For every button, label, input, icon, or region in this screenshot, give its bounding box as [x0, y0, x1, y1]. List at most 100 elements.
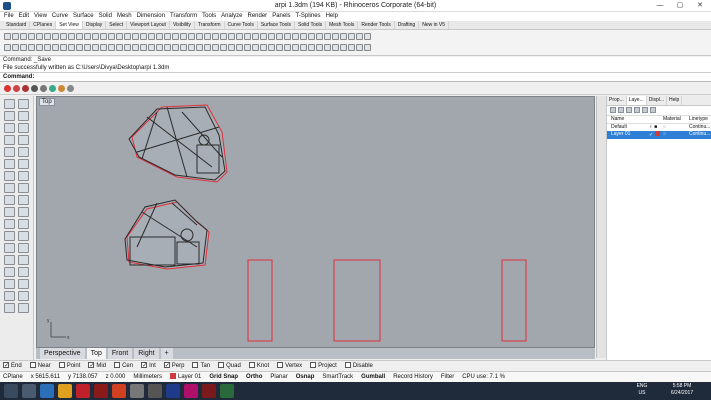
tool-icon[interactable] — [76, 44, 83, 51]
language-indicator[interactable]: ENG US — [632, 383, 652, 397]
tool-icon[interactable] — [188, 44, 195, 51]
menu-tsplines[interactable]: T-Splines — [296, 12, 321, 21]
record-history-button[interactable]: Record History — [393, 372, 433, 383]
tool-icon[interactable] — [268, 44, 275, 51]
tool-icon[interactable] — [164, 44, 171, 51]
polygon-icon[interactable] — [4, 147, 15, 157]
ground-plane-icon[interactable] — [40, 85, 47, 92]
move-icon[interactable] — [4, 207, 15, 217]
array-icon[interactable] — [18, 231, 29, 241]
tool-icon[interactable] — [180, 44, 187, 51]
tool-icon[interactable] — [284, 44, 291, 51]
tool-icon[interactable] — [148, 44, 155, 51]
command-input[interactable]: Command: — [0, 73, 711, 82]
tool-icon[interactable] — [124, 44, 131, 51]
view-icon[interactable] — [124, 33, 131, 40]
tab-layers[interactable]: Laye... — [626, 96, 647, 105]
menu-render[interactable]: Render — [248, 12, 268, 21]
tool-icon[interactable] — [68, 44, 75, 51]
tool-icon[interactable] — [228, 44, 235, 51]
view-icon[interactable] — [12, 33, 19, 40]
group-icon[interactable] — [4, 267, 15, 277]
view-icon[interactable] — [52, 33, 59, 40]
curve-icon[interactable] — [18, 111, 29, 121]
app-icon[interactable] — [148, 384, 162, 398]
view-icon[interactable] — [4, 33, 11, 40]
osnap-project[interactable]: Project — [310, 361, 337, 372]
view-icon[interactable] — [60, 33, 67, 40]
tool-icon[interactable] — [260, 44, 267, 51]
view-icon[interactable] — [284, 33, 291, 40]
scale-icon[interactable] — [18, 219, 29, 229]
app-icon[interactable] — [130, 384, 144, 398]
view-icon[interactable] — [340, 33, 347, 40]
layer-icon[interactable] — [4, 303, 15, 313]
view-icon[interactable] — [364, 33, 371, 40]
arc-icon[interactable] — [18, 123, 29, 133]
analyze-icon[interactable] — [4, 291, 15, 301]
tool-icon[interactable] — [52, 44, 59, 51]
offset-icon[interactable] — [18, 159, 29, 169]
ortho-button[interactable]: Ortho — [246, 372, 262, 383]
tool-icon[interactable] — [116, 44, 123, 51]
status-layer[interactable]: Layer 01 — [170, 372, 201, 383]
layer-row-layer-01[interactable]: Layer 01 ✓ ○ Continu... — [607, 131, 711, 139]
tab-solid-tools[interactable]: Solid Tools — [295, 21, 327, 29]
rotate-icon[interactable] — [4, 219, 15, 229]
tab-cplanes[interactable]: CPlanes — [30, 21, 57, 29]
view-icon[interactable] — [156, 33, 163, 40]
tool-icon[interactable] — [28, 44, 35, 51]
tab-select[interactable]: Select — [106, 21, 128, 29]
menu-view[interactable]: View — [34, 12, 47, 21]
menu-panels[interactable]: Panels — [272, 12, 290, 21]
tool-icon[interactable] — [292, 44, 299, 51]
revit-icon[interactable] — [94, 384, 108, 398]
new-sublayer-icon[interactable] — [618, 107, 624, 113]
box-icon[interactable] — [4, 183, 15, 193]
autocad-icon[interactable] — [76, 384, 90, 398]
tool-icon[interactable] — [196, 44, 203, 51]
tab-viewport-layout[interactable]: Viewport Layout — [127, 21, 170, 29]
options-icon[interactable] — [67, 85, 74, 92]
new-layer-icon[interactable] — [610, 107, 616, 113]
tool-icon[interactable] — [84, 44, 91, 51]
tool-icon[interactable] — [220, 44, 227, 51]
osnap-near[interactable]: Near — [29, 361, 51, 372]
filter-icon[interactable] — [650, 107, 656, 113]
menu-analyze[interactable]: Analyze — [221, 12, 242, 21]
trim-icon[interactable] — [4, 243, 15, 253]
osnap-point[interactable]: Point — [58, 361, 80, 372]
view-icon[interactable] — [220, 33, 227, 40]
view-icon[interactable] — [92, 33, 99, 40]
environment-icon[interactable] — [31, 85, 38, 92]
floor-plan-upper[interactable] — [128, 104, 228, 183]
view-icon[interactable] — [292, 33, 299, 40]
view-icon[interactable] — [324, 33, 331, 40]
layer-state-icons[interactable]: ✓ — [649, 131, 663, 139]
view-icon[interactable] — [300, 33, 307, 40]
explode-icon[interactable] — [18, 255, 29, 265]
view-icon[interactable] — [260, 33, 267, 40]
view-icon[interactable] — [108, 33, 115, 40]
planar-button[interactable]: Planar — [270, 372, 287, 383]
tool-icon[interactable] — [276, 44, 283, 51]
view-icon[interactable] — [180, 33, 187, 40]
layer-row-default[interactable]: Default ♀ ■ ◌ Continu... — [607, 124, 711, 131]
indesign-icon[interactable] — [184, 384, 198, 398]
tool-icon[interactable] — [108, 44, 115, 51]
render-sphere-icon[interactable] — [4, 85, 11, 92]
view-icon[interactable] — [28, 33, 35, 40]
tool-icon[interactable] — [204, 44, 211, 51]
add-viewport-icon[interactable]: + — [160, 348, 173, 359]
close-icon[interactable]: ✕ — [690, 0, 710, 12]
lock-icon[interactable] — [18, 279, 29, 289]
tool-icon[interactable] — [132, 44, 139, 51]
view-icon[interactable] — [76, 33, 83, 40]
boolean-icon[interactable] — [18, 195, 29, 205]
viewport-canvas[interactable]: y x — [37, 97, 594, 347]
osnap-perp[interactable]: Perp — [163, 361, 184, 372]
tool-icon[interactable] — [60, 44, 67, 51]
view-icon[interactable] — [68, 33, 75, 40]
material-icon[interactable] — [13, 85, 20, 92]
view-icon[interactable] — [244, 33, 251, 40]
